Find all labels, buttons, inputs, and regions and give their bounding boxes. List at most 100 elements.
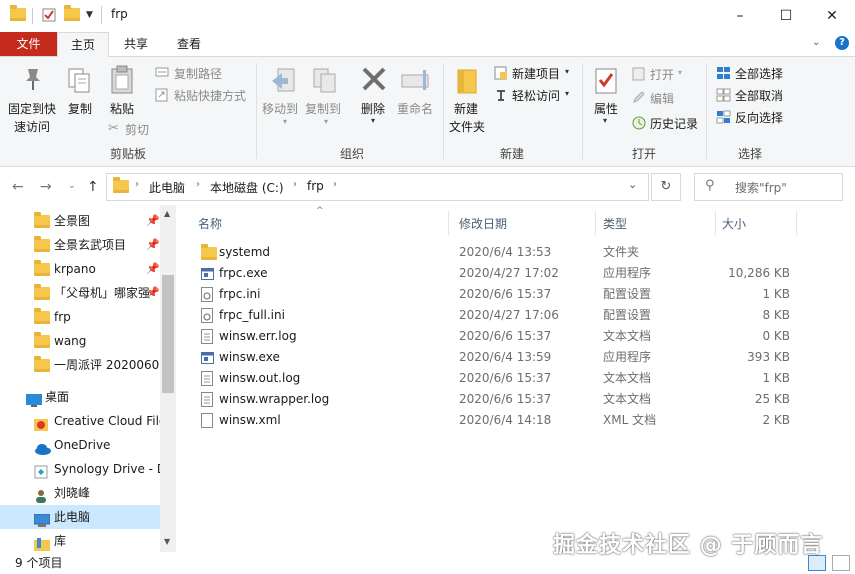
pin-quick-access-label-2[interactable]: 速访问 [14, 118, 50, 135]
rename-button[interactable]: 重命名 [397, 100, 433, 117]
copy-icon[interactable] [67, 67, 93, 98]
chevron-down-icon[interactable]: ▾ [678, 68, 682, 77]
copy-button[interactable]: 复制 [68, 100, 92, 117]
copy-path-button[interactable]: 复制路径 [174, 65, 222, 82]
column-header-name[interactable]: 名称 [198, 215, 222, 232]
nav-item-creative-cloud[interactable]: Creative Cloud Files [0, 409, 160, 433]
paste-icon[interactable] [110, 65, 136, 98]
refresh-icon[interactable]: ↻ [651, 173, 681, 201]
chevron-down-icon[interactable]: ▾ [603, 116, 607, 125]
chevron-down-icon[interactable]: ▾ [283, 117, 287, 126]
easy-access-button[interactable]: 轻松访问 [512, 87, 560, 104]
breadcrumb-chevron-icon[interactable]: › [333, 179, 337, 190]
new-folder-label-2[interactable]: 文件夹 [449, 118, 485, 135]
column-separator[interactable] [595, 211, 596, 235]
up-arrow-icon[interactable]: ↑ [87, 179, 99, 195]
column-separator[interactable] [796, 211, 797, 235]
nav-item-this-pc[interactable]: 此电脑 [0, 505, 160, 529]
search-input[interactable]: ⚲ 搜索"frp" [694, 173, 843, 201]
nav-item-quick-7[interactable]: 一周派评 20200607 [0, 353, 160, 377]
properties-icon[interactable] [594, 67, 618, 98]
tab-home[interactable]: 主页 [57, 32, 109, 57]
file-row[interactable]: winsw.out.log 2020/6/6 15:37 文本文档 1 KB [196, 368, 806, 389]
column-header-type[interactable]: 类型 [603, 215, 627, 232]
invert-selection-button[interactable]: 反向选择 [735, 109, 783, 126]
column-header-size[interactable]: 大小 [722, 215, 746, 232]
address-dropdown-icon[interactable]: ⌄ [628, 178, 637, 191]
file-row[interactable]: winsw.exe 2020/6/4 13:59 应用程序 393 KB [196, 347, 806, 368]
tab-file[interactable]: 文件 [0, 32, 57, 56]
customize-quick-access-icon[interactable]: ▼ [86, 10, 102, 24]
rename-icon[interactable] [401, 69, 431, 94]
pin-icon[interactable]: 📌 [146, 257, 160, 281]
scroll-down-icon[interactable]: ▼ [164, 537, 170, 546]
nav-item-quick-2[interactable]: 全景玄武项目 📌 [0, 233, 160, 257]
paste-shortcut-icon[interactable] [155, 88, 169, 105]
scroll-up-icon[interactable]: ▲ [164, 209, 170, 218]
file-row[interactable]: winsw.xml 2020/6/4 14:18 XML 文档 2 KB [196, 410, 806, 431]
history-icon[interactable] [631, 115, 647, 134]
nav-item-quick-6[interactable]: wang [0, 329, 160, 353]
edit-button[interactable]: 编辑 [650, 90, 674, 107]
file-row[interactable]: frpc.exe 2020/4/27 17:02 应用程序 10,286 KB [196, 263, 806, 284]
paste-button[interactable]: 粘贴 [110, 100, 134, 117]
nav-item-quick-5[interactable]: frp [0, 305, 160, 329]
easy-access-icon[interactable] [494, 88, 508, 105]
file-row[interactable]: frpc_full.ini 2020/4/27 17:06 配置设置 8 KB [196, 305, 806, 326]
breadcrumb-chevron-icon[interactable]: › [196, 179, 200, 190]
properties-button[interactable]: 属性 [594, 100, 618, 117]
file-row[interactable]: frpc.ini 2020/6/6 15:37 配置设置 1 KB [196, 284, 806, 305]
move-to-icon[interactable] [270, 67, 296, 98]
breadcrumb-chevron-icon[interactable]: › [293, 179, 297, 190]
open-button[interactable]: 打开 [650, 66, 674, 83]
forward-arrow-icon[interactable]: → [40, 179, 52, 195]
pin-icon[interactable]: 📌 [146, 281, 160, 305]
nav-item-quick-1[interactable]: 全景图 📌 [0, 209, 160, 233]
nav-item-user[interactable]: 刘晓峰 [0, 481, 160, 505]
copy-to-button[interactable]: 复制到 [305, 100, 341, 117]
chevron-down-icon[interactable]: ▾ [371, 116, 375, 125]
pin-icon[interactable]: 📌 [146, 233, 160, 257]
chevron-down-icon[interactable]: ▾ [565, 67, 569, 76]
new-folder-icon[interactable] [456, 67, 478, 98]
recent-locations-icon[interactable]: ⌄ [68, 181, 76, 191]
pin-icon[interactable] [22, 67, 44, 94]
open-icon[interactable] [632, 67, 646, 84]
paste-shortcut-button[interactable]: 粘贴快捷方式 [174, 87, 246, 104]
nav-item-synology[interactable]: Synology Drive - D [0, 457, 160, 481]
new-folder-label-1[interactable]: 新建 [454, 100, 478, 117]
help-icon[interactable]: ? [835, 36, 849, 50]
close-button[interactable]: ✕ [809, 0, 855, 32]
address-bar[interactable]: › 此电脑 › 本地磁盘 (C:) › frp › ⌄ [106, 173, 649, 201]
chevron-down-icon[interactable]: ▾ [565, 89, 569, 98]
select-all-icon[interactable] [716, 66, 731, 83]
file-row[interactable]: winsw.wrapper.log 2020/6/6 15:37 文本文档 25… [196, 389, 806, 410]
large-icons-view-icon[interactable] [832, 555, 850, 571]
delete-icon[interactable] [360, 65, 388, 96]
breadcrumb-local-disk[interactable]: 本地磁盘 (C:) [210, 179, 284, 196]
pin-icon[interactable]: 📌 [146, 209, 160, 233]
maximize-button[interactable]: ☐ [763, 0, 809, 32]
copy-path-icon[interactable] [155, 66, 169, 81]
minimize-button[interactable]: – [717, 0, 763, 32]
copy-to-icon[interactable] [312, 67, 338, 98]
tab-share[interactable]: 共享 [111, 32, 161, 56]
select-none-button[interactable]: 全部取消 [735, 87, 783, 104]
file-row[interactable]: systemd 2020/6/4 13:53 文件夹 [196, 242, 806, 263]
back-arrow-icon[interactable]: ← [12, 179, 24, 195]
select-all-button[interactable]: 全部选择 [735, 65, 783, 82]
history-button[interactable]: 历史记录 [650, 115, 698, 132]
breadcrumb-frp[interactable]: frp [307, 179, 324, 193]
column-separator[interactable] [715, 211, 716, 235]
breadcrumb-chevron-icon[interactable]: › [135, 179, 139, 190]
file-row[interactable]: winsw.err.log 2020/6/6 15:37 文本文档 0 KB [196, 326, 806, 347]
column-header-modified[interactable]: 修改日期 [459, 215, 507, 232]
new-folder-quick-icon[interactable] [64, 5, 80, 22]
cut-button[interactable]: 剪切 [125, 121, 149, 138]
breadcrumb-this-pc[interactable]: 此电脑 [149, 179, 185, 196]
move-to-button[interactable]: 移动到 [262, 100, 298, 117]
properties-quick-icon[interactable] [42, 8, 58, 22]
invert-selection-icon[interactable] [716, 110, 731, 127]
nav-item-library[interactable]: 库 [0, 529, 160, 552]
chevron-down-icon[interactable]: ▾ [324, 117, 328, 126]
